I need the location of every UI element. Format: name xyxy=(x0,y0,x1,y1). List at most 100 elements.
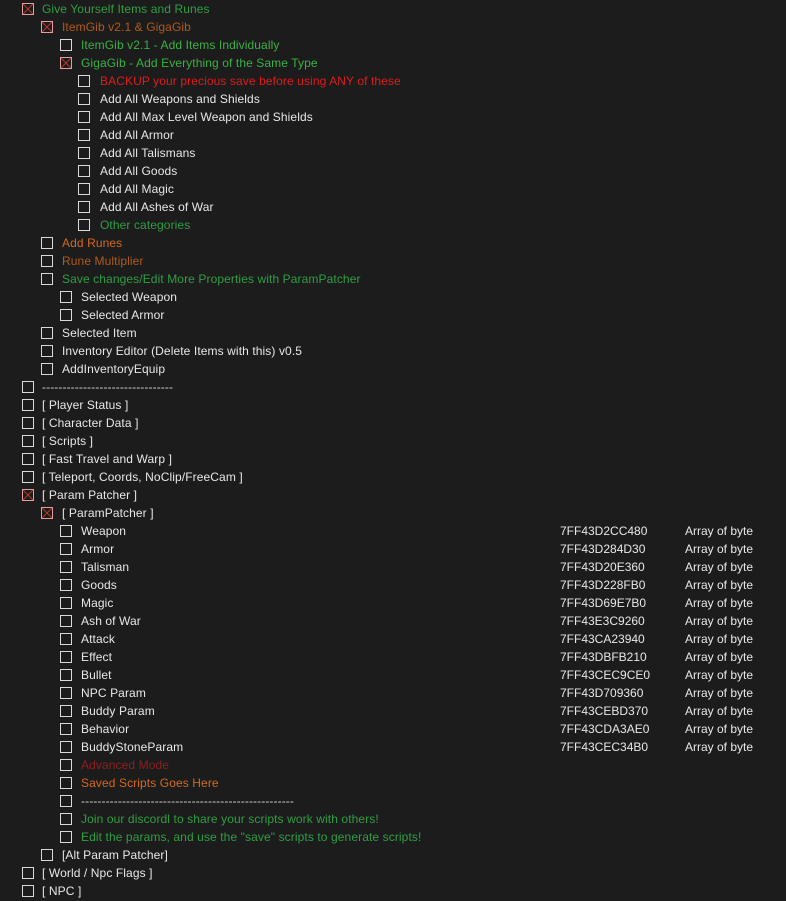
tree-row-address[interactable]: 7FF43D20E360 xyxy=(560,558,645,576)
tree-row-label[interactable]: AddInventoryEquip xyxy=(62,360,165,378)
tree-row-address[interactable]: 7FF43D284D30 xyxy=(560,540,645,558)
checkbox-icon[interactable] xyxy=(60,795,72,807)
tree-row[interactable]: Ash of War 7FF43E3C9260 Array of byte xyxy=(0,612,786,630)
tree-row-address[interactable]: 7FF43CEC34B0 xyxy=(560,738,648,756)
tree-row-label[interactable]: Buddy Param xyxy=(81,702,155,720)
tree-row-label[interactable]: Add All Weapons and Shields xyxy=(100,90,260,108)
tree-row[interactable]: Add All Weapons and Shields xyxy=(0,90,786,108)
checkbox-icon[interactable] xyxy=(60,633,72,645)
tree-row-label[interactable]: Add All Armor xyxy=(100,126,174,144)
checkbox-icon[interactable] xyxy=(60,777,72,789)
tree-row-address[interactable]: 7FF43CEC9CE0 xyxy=(560,666,650,684)
tree-row-label[interactable]: Saved Scripts Goes Here xyxy=(81,774,219,792)
tree-row[interactable]: [ Scripts ] xyxy=(0,432,786,450)
tree-row-label[interactable]: Other categories xyxy=(100,216,190,234)
tree-row-label[interactable]: Selected Item xyxy=(62,324,137,342)
checkbox-icon[interactable] xyxy=(41,849,53,861)
checkbox-icon[interactable] xyxy=(78,219,90,231)
tree-row-label[interactable]: -------------------------------- xyxy=(42,378,173,396)
checkbox-icon[interactable] xyxy=(78,75,90,87)
tree-row-address[interactable]: 7FF43E3C9260 xyxy=(560,612,645,630)
checkbox-icon[interactable] xyxy=(22,399,34,411)
checkbox-icon[interactable] xyxy=(41,345,53,357)
tree-row[interactable]: [ Character Data ] xyxy=(0,414,786,432)
tree-row[interactable]: BuddyStoneParam 7FF43CEC34B0 Array of byte xyxy=(0,738,786,756)
checkbox-icon[interactable] xyxy=(41,237,53,249)
tree-row-address[interactable]: 7FF43CA23940 xyxy=(560,630,645,648)
checkbox-icon[interactable] xyxy=(41,327,53,339)
checkbox-icon[interactable] xyxy=(41,255,53,267)
tree-row[interactable]: NPC Param 7FF43D709360 Array of byte xyxy=(0,684,786,702)
tree-row[interactable]: Saved Scripts Goes Here xyxy=(0,774,786,792)
checkbox-icon[interactable] xyxy=(60,669,72,681)
tree-row[interactable]: -------------------------------- xyxy=(0,378,786,396)
tree-row-label[interactable]: BuddyStoneParam xyxy=(81,738,183,756)
tree-row-label[interactable]: Join our discordl to share your scripts … xyxy=(81,810,379,828)
checkbox-icon[interactable] xyxy=(60,561,72,573)
tree-row[interactable]: [ Player Status ] xyxy=(0,396,786,414)
checkbox-icon[interactable] xyxy=(78,201,90,213)
tree-row-label[interactable]: Ash of War xyxy=(81,612,141,630)
tree-row[interactable]: GigaGib - Add Everything of the Same Typ… xyxy=(0,54,786,72)
checkbox-icon[interactable] xyxy=(60,615,72,627)
tree-row-label[interactable]: Inventory Editor (Delete Items with this… xyxy=(62,342,302,360)
tree-row[interactable]: Edit the params, and use the "save" scri… xyxy=(0,828,786,846)
tree-row-label[interactable]: Effect xyxy=(81,648,112,666)
tree-row[interactable]: [ NPC ] xyxy=(0,882,786,900)
checkbox-icon[interactable] xyxy=(60,543,72,555)
tree-row-label[interactable]: Add All Goods xyxy=(100,162,177,180)
tree-row[interactable]: ItemGib v2.1 & GigaGib xyxy=(0,18,786,36)
tree-row-address[interactable]: 7FF43CDA3AE0 xyxy=(560,720,649,738)
checkbox-icon[interactable] xyxy=(78,111,90,123)
tree-row-address[interactable]: 7FF43D69E7B0 xyxy=(560,594,646,612)
tree-row-label[interactable]: Rune Multiplier xyxy=(62,252,144,270)
tree-row-label[interactable]: GigaGib - Add Everything of the Same Typ… xyxy=(81,54,318,72)
checkbox-checked-icon[interactable] xyxy=(22,3,34,15)
tree-row[interactable]: Add All Armor xyxy=(0,126,786,144)
tree-row[interactable]: Inventory Editor (Delete Items with this… xyxy=(0,342,786,360)
tree-row-label[interactable]: Add Runes xyxy=(62,234,122,252)
tree-row[interactable]: Buddy Param 7FF43CEBD370 Array of byte xyxy=(0,702,786,720)
tree-row[interactable]: Weapon 7FF43D2CC480 Array of byte xyxy=(0,522,786,540)
tree-row-label[interactable]: [ Param Patcher ] xyxy=(42,486,137,504)
tree-row[interactable]: [ ParamPatcher ] xyxy=(0,504,786,522)
tree-row[interactable]: [Alt Param Patcher] xyxy=(0,846,786,864)
checkbox-icon[interactable] xyxy=(22,381,34,393)
script-tree[interactable]: Give Yourself Items and Runes ItemGib v2.… xyxy=(0,0,786,901)
checkbox-icon[interactable] xyxy=(22,471,34,483)
checkbox-icon[interactable] xyxy=(60,705,72,717)
tree-row[interactable]: Effect 7FF43DBFB210 Array of byte xyxy=(0,648,786,666)
tree-row[interactable]: Goods 7FF43D228FB0 Array of byte xyxy=(0,576,786,594)
tree-row[interactable]: Join our discordl to share your scripts … xyxy=(0,810,786,828)
tree-row[interactable]: Behavior 7FF43CDA3AE0 Array of byte xyxy=(0,720,786,738)
tree-row[interactable]: [ Param Patcher ] xyxy=(0,486,786,504)
tree-row[interactable]: Magic 7FF43D69E7B0 Array of byte xyxy=(0,594,786,612)
tree-row-address[interactable]: 7FF43D228FB0 xyxy=(560,576,645,594)
tree-row-label[interactable]: Add All Max Level Weapon and Shields xyxy=(100,108,313,126)
tree-row-label[interactable]: [ Player Status ] xyxy=(42,396,128,414)
checkbox-icon[interactable] xyxy=(60,687,72,699)
checkbox-icon[interactable] xyxy=(60,831,72,843)
tree-row[interactable]: Add Runes xyxy=(0,234,786,252)
tree-row-label[interactable]: ItemGib v2.1 & GigaGib xyxy=(62,18,191,36)
tree-row-label[interactable]: Add All Magic xyxy=(100,180,174,198)
checkbox-icon[interactable] xyxy=(22,417,34,429)
checkbox-icon[interactable] xyxy=(22,453,34,465)
tree-row[interactable]: Add All Goods xyxy=(0,162,786,180)
tree-row-label[interactable]: Armor xyxy=(81,540,114,558)
tree-row[interactable]: BACKUP your precious save before using A… xyxy=(0,72,786,90)
tree-row-label[interactable]: Magic xyxy=(81,594,114,612)
tree-row-label[interactable]: [ Character Data ] xyxy=(42,414,139,432)
tree-row-label[interactable]: Save changes/Edit More Properties with P… xyxy=(62,270,361,288)
tree-row-label[interactable]: [Alt Param Patcher] xyxy=(62,846,168,864)
tree-row-label[interactable]: Selected Armor xyxy=(81,306,164,324)
tree-row-label[interactable]: [ World / Npc Flags ] xyxy=(42,864,153,882)
tree-row[interactable]: Selected Armor xyxy=(0,306,786,324)
tree-row[interactable]: [ Fast Travel and Warp ] xyxy=(0,450,786,468)
checkbox-icon[interactable] xyxy=(78,183,90,195)
tree-row[interactable]: Save changes/Edit More Properties with P… xyxy=(0,270,786,288)
tree-row[interactable]: Add All Max Level Weapon and Shields xyxy=(0,108,786,126)
checkbox-checked-icon[interactable] xyxy=(41,507,53,519)
tree-row-label[interactable]: NPC Param xyxy=(81,684,146,702)
tree-row[interactable]: Rune Multiplier xyxy=(0,252,786,270)
